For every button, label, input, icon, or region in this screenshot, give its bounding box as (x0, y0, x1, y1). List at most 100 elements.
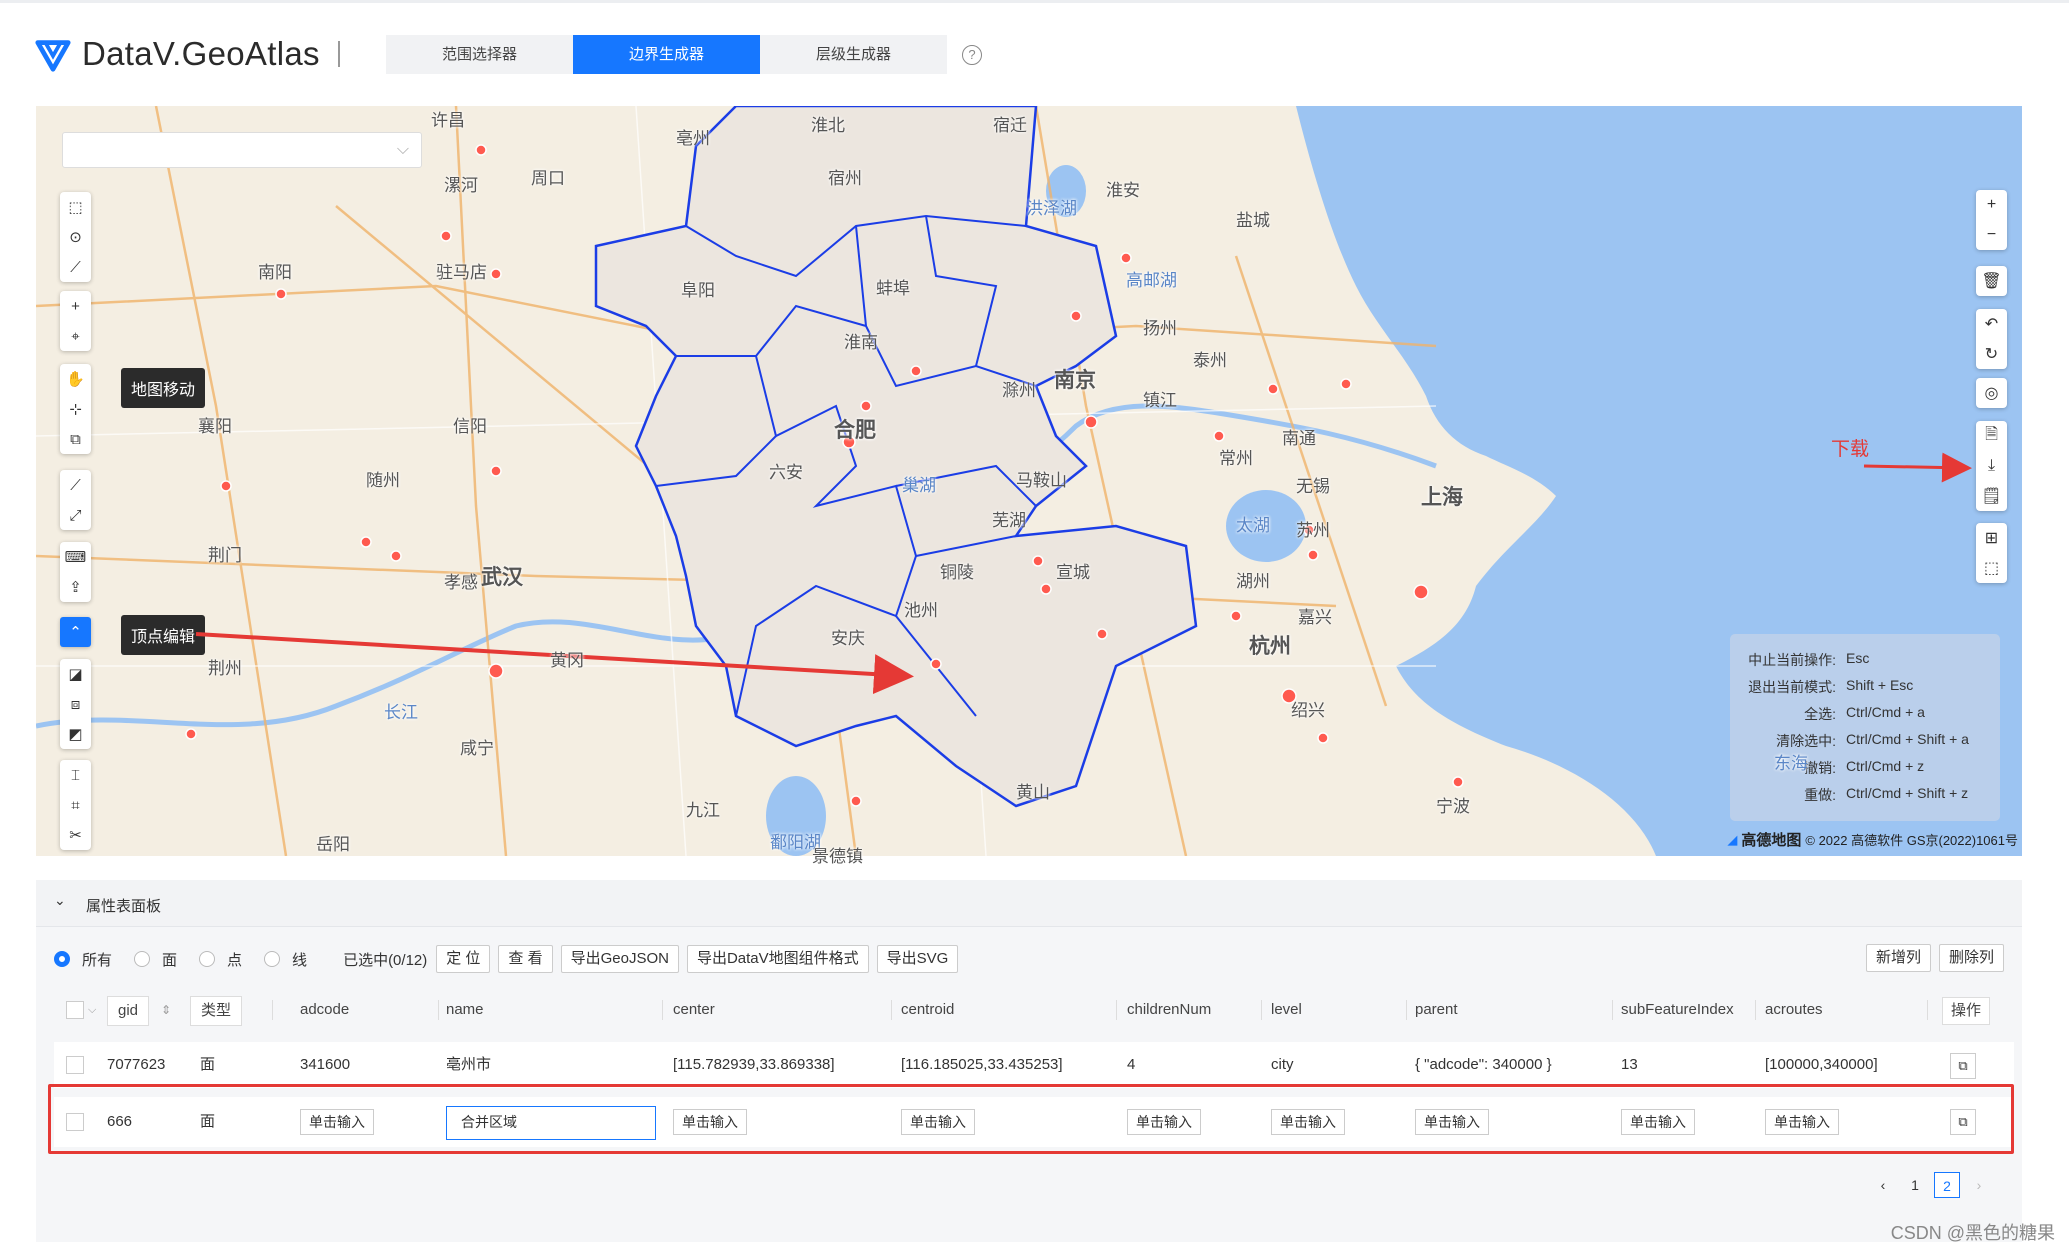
prev-page-icon[interactable]: ‹ (1870, 1172, 1896, 1198)
export-file-icon[interactable]: 🗒 (1976, 481, 2007, 511)
next-page-icon[interactable]: › (1966, 1172, 1992, 1198)
column-childrennum: childrenNum (1127, 1001, 1212, 1018)
select-all-checkbox[interactable] (66, 1001, 84, 1019)
page-2[interactable]: 2 (1934, 1172, 1960, 1198)
sort-icon[interactable]: ⇕ (161, 990, 171, 1030)
header-divider (337, 41, 340, 67)
property-panel: ⌄ 属性表面板 所有 面 点 线 已选中(0/12) 定 位 查 看 导出Geo… (36, 880, 2022, 1242)
tab-range-selector[interactable]: 范围选择器 (386, 35, 573, 74)
filter-all-radio[interactable]: 所有 (54, 949, 112, 970)
filter-point-radio[interactable]: 点 (199, 949, 242, 970)
datav-logo-icon (35, 40, 71, 72)
column-divider (891, 1000, 892, 1020)
panel-title: 属性表面板 (86, 898, 162, 915)
logo[interactable]: DataV.GeoAtlas (34, 34, 340, 74)
column-actions-header: 操作 (1942, 997, 1991, 1025)
fullscreen-icon[interactable]: ⬚ (1976, 553, 2007, 583)
locate-button[interactable]: 定 位 (436, 945, 491, 973)
shortcut-row: 全选: Ctrl/Cmd + a (1804, 704, 1925, 722)
copyright-text: © 2022 高德软件 GS京(2022)1061号 (1805, 833, 2018, 848)
table-header: ⌵ gid ⇕ 类型 adcode name center centroid c… (54, 990, 2014, 1030)
top-border (0, 0, 2069, 3)
zoom-in-icon[interactable]: + (1976, 190, 2007, 220)
highlight-box (48, 1084, 2014, 1154)
column-subfeatureindex: subFeatureIndex (1621, 1001, 1734, 1018)
column-divider (1755, 1000, 1756, 1020)
cell-name: 亳州市 (446, 1056, 492, 1073)
delete-column-button[interactable]: 删除列 (1938, 944, 2004, 972)
redo-icon[interactable]: ↻ (1976, 339, 2007, 369)
row-checkbox[interactable] (66, 1056, 84, 1074)
panel-toolbar: 所有 面 点 线 已选中(0/12) 定 位 查 看 导出GeoJSON 导出D… (54, 944, 966, 974)
add-column-button[interactable]: 新增列 (1865, 944, 1931, 972)
export-datav-button[interactable]: 导出DataV地图组件格式 (686, 945, 869, 973)
map-canvas[interactable]: ⌵ ⬚ ⊙ ⟋ + ⌖ ✋ ⊹ ⧉ 地图移动 ⟋ ⤢ ⌨ ⇪ ⌃ 顶点编辑 ◪ … (36, 106, 2022, 856)
cell-type: 面 (200, 1056, 216, 1073)
column-divider (438, 1000, 439, 1020)
export-geojson-button[interactable]: 导出GeoJSON (560, 945, 679, 973)
column-divider (1261, 1000, 1262, 1020)
zoom-toolgroup: + − (1976, 190, 2007, 250)
shortcut-row: 中止当前操作: Esc (1748, 650, 1870, 668)
app-title: DataV.GeoAtlas (82, 35, 320, 72)
column-parent: parent (1415, 1001, 1458, 1018)
page-1[interactable]: 1 (1902, 1172, 1928, 1198)
generator-tabs: 范围选择器 边界生成器 层级生成器 (386, 35, 947, 74)
cell-parent: { "adcode": 340000 } (1415, 1056, 1552, 1073)
edit-row-icon[interactable]: ⧉ (1950, 1053, 1976, 1079)
help-icon[interactable]: ? (962, 45, 982, 65)
cell-level: city (1271, 1056, 1294, 1073)
column-gid[interactable]: gid (107, 996, 150, 1026)
locate-toolgroup: ◎ (1976, 378, 2007, 408)
cell-center: [115.782939,33.869338] (673, 1056, 835, 1073)
shortcut-help: 中止当前操作: Esc 退出当前模式: Shift + Esc 全选: Ctrl/Cm… (1730, 634, 2000, 821)
cell-childrennum: 4 (1127, 1056, 1136, 1073)
download-annotation: 下载 (1831, 439, 1870, 460)
chevron-down-icon[interactable]: ⌵ (88, 990, 96, 1030)
annotation-arrows (195, 452, 1972, 695)
shortcut-row: 重做: Ctrl/Cmd + Shift + z (1804, 785, 1969, 803)
column-divider (272, 1000, 273, 1020)
tab-level-generator[interactable]: 层级生成器 (760, 35, 947, 74)
pagination: ‹ 1 2 › (1864, 1172, 1992, 1198)
column-divider (1612, 1000, 1613, 1020)
trash-icon[interactable]: 🗑 (1976, 266, 2007, 296)
undo-icon[interactable]: ↶ (1976, 309, 2007, 339)
column-type[interactable]: 类型 (190, 996, 243, 1026)
selected-count: 已选中(0/12) (343, 951, 428, 969)
column-adcode: adcode (300, 1001, 350, 1018)
filter-line-radio[interactable]: 线 (264, 949, 307, 970)
shortcut-row: 退出当前模式: Shift + Esc (1748, 677, 1914, 695)
column-divider (1406, 1000, 1407, 1020)
shortcut-row: 清除选中: Ctrl/Cmd + Shift + a (1776, 731, 1969, 749)
target-icon[interactable]: ◎ (1976, 378, 2007, 408)
map-copyright: ◢ 高德地图 © 2022 高德软件 GS京(2022)1061号 (1727, 829, 2018, 850)
cell-centroid: [116.185025,33.435253] (901, 1056, 1063, 1073)
shortcut-row: 撤销: Ctrl/Cmd + z (1804, 758, 1925, 776)
filter-polygon-radio[interactable]: 面 (134, 949, 177, 970)
view-button[interactable]: 查 看 (498, 945, 553, 973)
column-divider (1927, 1000, 1928, 1020)
delete-toolgroup: 🗑 (1976, 266, 2007, 296)
column-center: center (673, 1001, 715, 1018)
tab-boundary-generator[interactable]: 边界生成器 (573, 35, 760, 74)
column-divider (1116, 1000, 1117, 1020)
fit-view-icon[interactable]: ⊞ (1976, 523, 2007, 553)
cell-acroutes: [100000,340000] (1765, 1056, 1878, 1073)
file-icon[interactable]: 🗎 (1976, 421, 2007, 451)
copyright-brand: 高德地图 (1741, 832, 1802, 849)
export-svg-button[interactable]: 导出SVG (876, 945, 959, 973)
table-row[interactable]: 7077623 面 341600 亳州市 [115.782939,33.8693… (54, 1042, 2014, 1088)
cell-gid: 7077623 (107, 1056, 166, 1073)
zoom-out-icon[interactable]: − (1976, 220, 2007, 250)
file-toolgroup: 🗎 ⤓ 🗒 (1976, 421, 2007, 511)
amap-logo-icon: ◢ (1727, 831, 1738, 847)
panel-header[interactable]: ⌄ 属性表面板 (36, 880, 2022, 927)
column-actions: 新增列 删除列 (1858, 944, 2004, 972)
column-level: level (1271, 1001, 1302, 1018)
collapse-chevron-icon[interactable]: ⌄ (54, 892, 66, 909)
column-acroutes: acroutes (1765, 1001, 1823, 1018)
download-icon[interactable]: ⤓ (1976, 451, 2007, 481)
column-name: name (446, 1001, 484, 1018)
cell-subfeatureindex: 13 (1621, 1056, 1638, 1073)
